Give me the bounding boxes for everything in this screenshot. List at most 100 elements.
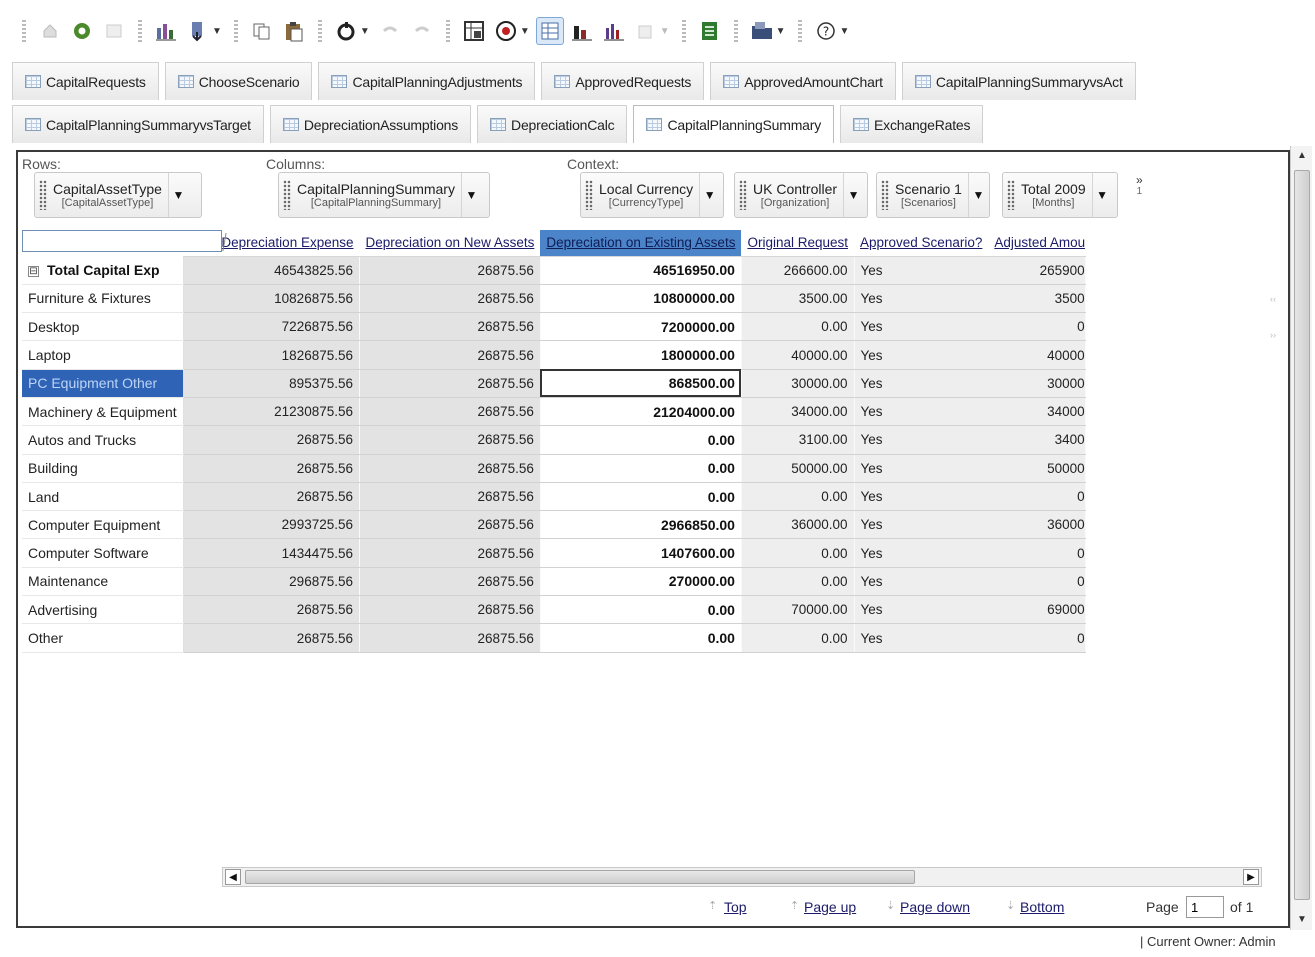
bar-chart-icon[interactable] — [568, 17, 596, 45]
table-cell[interactable]: 7200000.00 — [540, 312, 742, 342]
table-cell[interactable]: 7226875.56 — [183, 312, 361, 342]
tab-capital-planning-adjustments[interactable]: CapitalPlanningAdjustments — [318, 62, 536, 100]
horizontal-scrollbar[interactable]: ◀ ▶ — [222, 867, 1262, 887]
table-cell[interactable]: 0.00 — [741, 312, 855, 342]
table-cell[interactable]: 265900 — [988, 256, 1086, 285]
table-cell[interactable]: 26875.56 — [359, 538, 541, 568]
columns-dimension-tile[interactable]: CapitalPlanningSummary [CapitalPlanningSu… — [278, 172, 490, 218]
chevron-down-icon[interactable]: ▼ — [520, 26, 530, 37]
chart-edit-icon[interactable] — [152, 17, 180, 45]
table-cell[interactable]: Yes — [854, 425, 989, 455]
table-cell[interactable]: 1826875.56 — [183, 340, 361, 370]
chevron-down-icon[interactable]: ▼ — [212, 26, 222, 37]
table-cell[interactable]: 26875.56 — [183, 595, 361, 625]
copy-icon[interactable] — [248, 17, 276, 45]
table-cell[interactable]: 0.00 — [741, 623, 855, 653]
scroll-up-icon[interactable]: ▲ — [1294, 148, 1310, 164]
table-cell[interactable]: 34000 — [988, 397, 1086, 427]
table-cell[interactable]: 21204000.00 — [540, 397, 742, 427]
table-cell[interactable]: 270000.00 — [540, 567, 742, 597]
table-cell[interactable]: 50000.00 — [741, 454, 855, 483]
row-header[interactable]: Building — [22, 454, 184, 483]
table-cell[interactable]: 26875.56 — [183, 425, 361, 455]
table-cell[interactable]: Yes — [854, 623, 989, 653]
row-header[interactable]: Laptop — [22, 340, 184, 370]
row-header[interactable]: Maintenance — [22, 567, 184, 597]
drag-handle-icon[interactable] — [283, 180, 291, 210]
grid-view-icon[interactable] — [460, 17, 488, 45]
column-chart-icon[interactable] — [600, 17, 628, 45]
table-cell[interactable]: 2966850.00 — [540, 510, 742, 540]
context-dimension-currency[interactable]: Local Currency [CurrencyType] ▼ — [580, 172, 724, 218]
column-header[interactable]: Original Request — [741, 230, 855, 257]
table-cell[interactable]: 26875.56 — [359, 397, 541, 427]
tab-approved-amount-chart[interactable]: ApprovedAmountChart — [710, 62, 896, 100]
row-header-total[interactable]: ⊟ Total Capital Exp — [22, 256, 184, 285]
table-cell[interactable]: 0 — [988, 567, 1086, 597]
table-cell[interactable]: 21230875.56 — [183, 397, 361, 427]
table-cell[interactable]: 1407600.00 — [540, 538, 742, 568]
tab-choose-scenario[interactable]: ChooseScenario — [164, 62, 313, 100]
table-cell[interactable]: 30000.00 — [741, 369, 855, 398]
table-cell[interactable]: 0 — [988, 312, 1086, 342]
help-icon[interactable]: ? — [812, 17, 840, 45]
row-header-filter-box[interactable] — [22, 230, 227, 252]
drag-handle-icon[interactable] — [39, 180, 47, 210]
blank-icon[interactable] — [100, 17, 128, 45]
home-icon[interactable] — [36, 17, 64, 45]
scroll-thumb[interactable] — [1294, 170, 1310, 900]
row-header[interactable]: Furniture & Fixtures — [22, 284, 184, 314]
table-cell[interactable]: 3500.00 — [741, 284, 855, 314]
redo-icon[interactable] — [408, 17, 436, 45]
table-cell[interactable]: 34000.00 — [741, 397, 855, 427]
table-cell[interactable]: 30000 — [988, 369, 1086, 398]
table-cell[interactable]: 26875.56 — [359, 340, 541, 370]
page-up-link[interactable]: Page up — [804, 899, 856, 915]
table-cell[interactable]: Yes — [854, 397, 989, 427]
table-view-icon[interactable] — [535, 17, 564, 45]
table-cell[interactable]: Yes — [854, 482, 989, 512]
table-cell[interactable]: 0.00 — [741, 482, 855, 512]
table-cell[interactable]: 40000 — [988, 340, 1086, 370]
table-cell[interactable]: 0.00 — [540, 425, 742, 455]
row-header[interactable]: Computer Equipment — [22, 510, 184, 540]
table-cell[interactable]: 26875.56 — [183, 482, 361, 512]
page-number-input[interactable] — [1186, 896, 1224, 918]
chevron-down-icon[interactable]: ▼ — [660, 26, 670, 37]
table-cell[interactable]: 26875.56 — [359, 256, 541, 285]
table-cell[interactable]: 26875.56 — [359, 454, 541, 483]
row-header[interactable]: PC Equipment Other — [22, 369, 184, 398]
chevron-down-icon[interactable]: ▼ — [460, 173, 481, 217]
folder-icon[interactable] — [748, 17, 776, 45]
scroll-right-icon[interactable]: ▶ — [1243, 869, 1259, 885]
table-cell[interactable]: 50000 — [988, 454, 1086, 483]
chevron-down-icon[interactable]: ▼ — [699, 173, 719, 217]
row-header[interactable]: Autos and Trucks — [22, 425, 184, 455]
table-cell[interactable]: 26875.56 — [183, 623, 361, 653]
table-cell[interactable]: 3400 — [988, 425, 1086, 455]
table-cell[interactable]: 296875.56 — [183, 567, 361, 597]
drag-handle-icon[interactable] — [1007, 180, 1015, 210]
tab-depreciation-assumptions[interactable]: DepreciationAssumptions — [269, 105, 472, 143]
table-cell[interactable]: 0.00 — [741, 567, 855, 597]
row-header[interactable]: Land — [22, 482, 184, 512]
export-icon[interactable] — [184, 17, 212, 45]
row-header[interactable]: Advertising — [22, 595, 184, 625]
table-cell[interactable]: 26875.56 — [359, 482, 541, 512]
table-cell[interactable]: 36000 — [988, 510, 1086, 540]
table-cell[interactable]: 0.00 — [741, 538, 855, 568]
tab-capital-requests[interactable]: CapitalRequests — [12, 62, 159, 100]
tab-capital-planning-summary[interactable]: CapitalPlanningSummary — [633, 105, 835, 143]
scroll-left-icon[interactable]: ◀ — [225, 869, 241, 885]
row-header[interactable]: Desktop — [22, 312, 184, 342]
table-cell[interactable]: 26875.56 — [359, 595, 541, 625]
table-cell[interactable]: 46516950.00 — [540, 256, 742, 285]
refresh-icon[interactable] — [68, 17, 96, 45]
table-cell[interactable]: Yes — [854, 567, 989, 597]
chevron-down-icon[interactable]: ▼ — [843, 173, 863, 217]
page-down-link[interactable]: Page down — [900, 899, 970, 915]
paste-icon[interactable] — [280, 17, 308, 45]
scroll-down-icon[interactable]: ▼ — [1294, 912, 1310, 928]
table-cell[interactable]: 3500 — [988, 284, 1086, 314]
calculate-icon[interactable] — [332, 17, 360, 45]
